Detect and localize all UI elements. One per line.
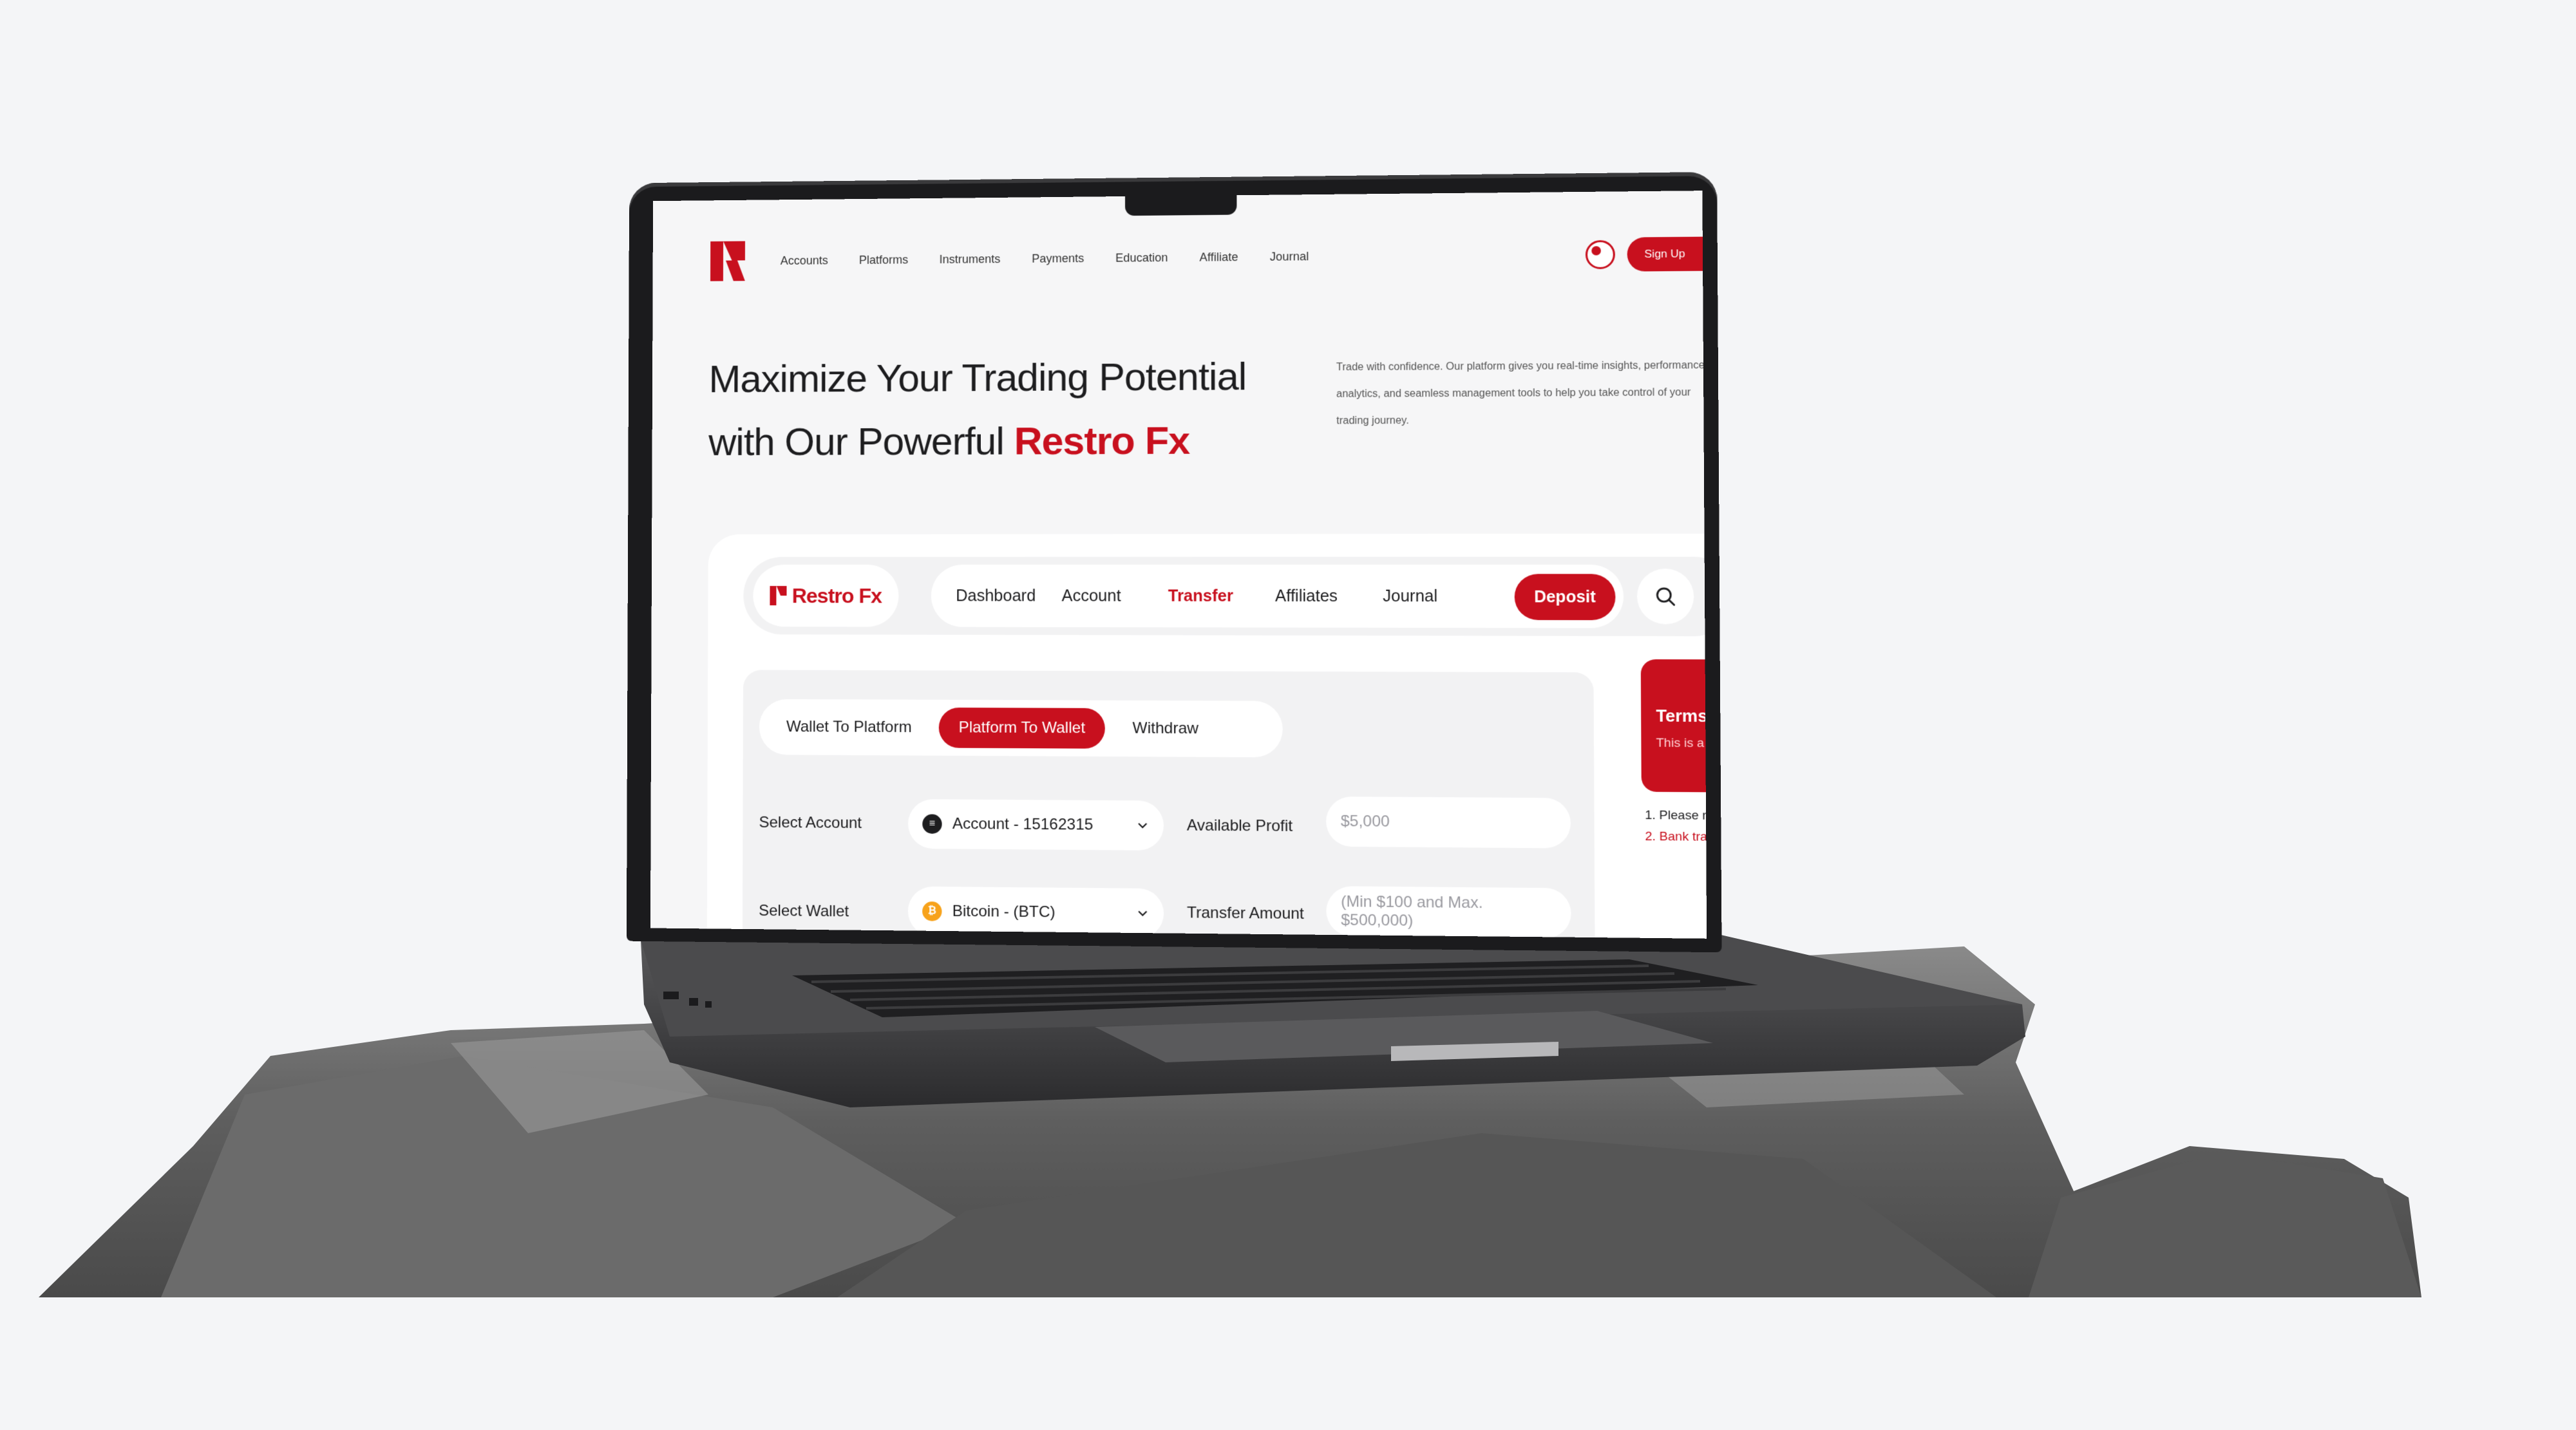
terms-title: Terms [1656,706,1707,726]
nav-links: Accounts Platforms Instruments Payments … [781,250,1309,268]
chevron-down-icon [1136,819,1149,832]
restro-fx-mini-logo-icon [770,586,787,606]
scene: Accounts Platforms Instruments Payments … [0,0,2576,1430]
nav-link-payments[interactable]: Payments [1032,252,1084,266]
select-account-label: Select Account [759,813,862,833]
search-icon [1654,585,1677,608]
nav-link-platforms[interactable]: Platforms [859,253,908,267]
wallet-value: Bitcoin - (BTC) [952,902,1056,921]
select-wallet-label: Select Wallet [759,901,849,921]
hero-title: Maximize Your Trading Potential with Our… [708,344,1247,474]
nav-link-instruments[interactable]: Instruments [940,252,1001,267]
dashboard-logo[interactable]: Restro Fx [753,565,899,627]
hero-description: Trade with confidence. Our platform give… [1336,359,1705,427]
transfer-panel: Wallet To Platform Platform To Wallet Wi… [742,670,1595,939]
hero-title-line1: Maximize Your Trading Potential [708,354,1247,401]
tab-account[interactable]: Account [1062,587,1168,606]
language-flag-icon[interactable] [1585,240,1615,270]
tab-affiliates[interactable]: Affiliates [1275,587,1383,606]
wallet-select[interactable]: ₿ Bitcoin - (BTC) [907,886,1164,939]
available-profit-label: Available Profit [1186,816,1293,835]
account-value: Account - 15162315 [952,814,1094,834]
camera-notch [1125,195,1237,216]
hero-title-line2: with Our Powerful Restro Fx [708,409,1247,474]
nav-link-journal[interactable]: Journal [1270,250,1309,264]
mode-platform-to-wallet[interactable]: Platform To Wallet [939,707,1105,749]
tab-transfer[interactable]: Transfer [1168,587,1275,606]
mode-wallet-to-platform[interactable]: Wallet To Platform [767,707,931,748]
transfer-amount-input[interactable]: (Min $100 and Max. $500,000) [1326,886,1571,939]
hero-title-prefix: with Our Powerful [708,419,1004,464]
laptop-screen: Accounts Platforms Instruments Payments … [650,191,1707,939]
deposit-button[interactable]: Deposit [1514,574,1616,621]
dashboard-header: Restro Fx Dashboard Account Transfer Aff… [743,556,1707,637]
tab-journal[interactable]: Journal [1383,587,1491,606]
hero-title-brand: Restro Fx [1014,419,1190,463]
terms-item-2[interactable]: 2. Bank tra [1645,826,1707,849]
terms-item-1: 1. Please r the dep [1645,808,1707,823]
account-icon: ≡ [922,814,942,834]
mode-withdraw[interactable]: Withdraw [1113,708,1218,749]
account-select[interactable]: ≡ Account - 15162315 [907,799,1164,851]
transfer-mode-selector: Wallet To Platform Platform To Wallet Wi… [759,699,1283,758]
bitcoin-icon: ₿ [922,901,942,921]
dashboard-tabs: Dashboard Account Transfer Affiliates Jo… [931,565,1624,628]
search-button[interactable] [1636,569,1694,625]
transfer-amount-label: Transfer Amount [1187,903,1304,923]
available-profit-value: $5,000 [1340,812,1390,831]
sign-up-button[interactable]: Sign Up [1627,236,1703,272]
available-profit-field: $5,000 [1326,796,1571,849]
restro-fx-logo-icon[interactable] [710,241,745,281]
dashboard-brand: Restro Fx [791,583,882,607]
nav-link-accounts[interactable]: Accounts [781,254,828,268]
nav-link-education[interactable]: Education [1115,250,1168,265]
chevron-down-icon [1136,907,1150,920]
terms-card: Terms This is a the proc [1640,659,1707,793]
tab-dashboard[interactable]: Dashboard [956,587,1061,605]
transfer-amount-placeholder: (Min $100 and Max. $500,000) [1341,892,1483,930]
dashboard-card: Restro Fx Dashboard Account Transfer Aff… [706,533,1707,939]
nav-link-affiliate[interactable]: Affiliate [1199,250,1238,265]
terms-subtitle: This is a the proc [1656,736,1707,751]
nav-right: Sign Up [1585,236,1703,272]
terms-list: 1. Please r the dep 2. Bank tra [1645,805,1707,849]
top-navigation: Accounts Platforms Instruments Payments … [710,230,1703,283]
